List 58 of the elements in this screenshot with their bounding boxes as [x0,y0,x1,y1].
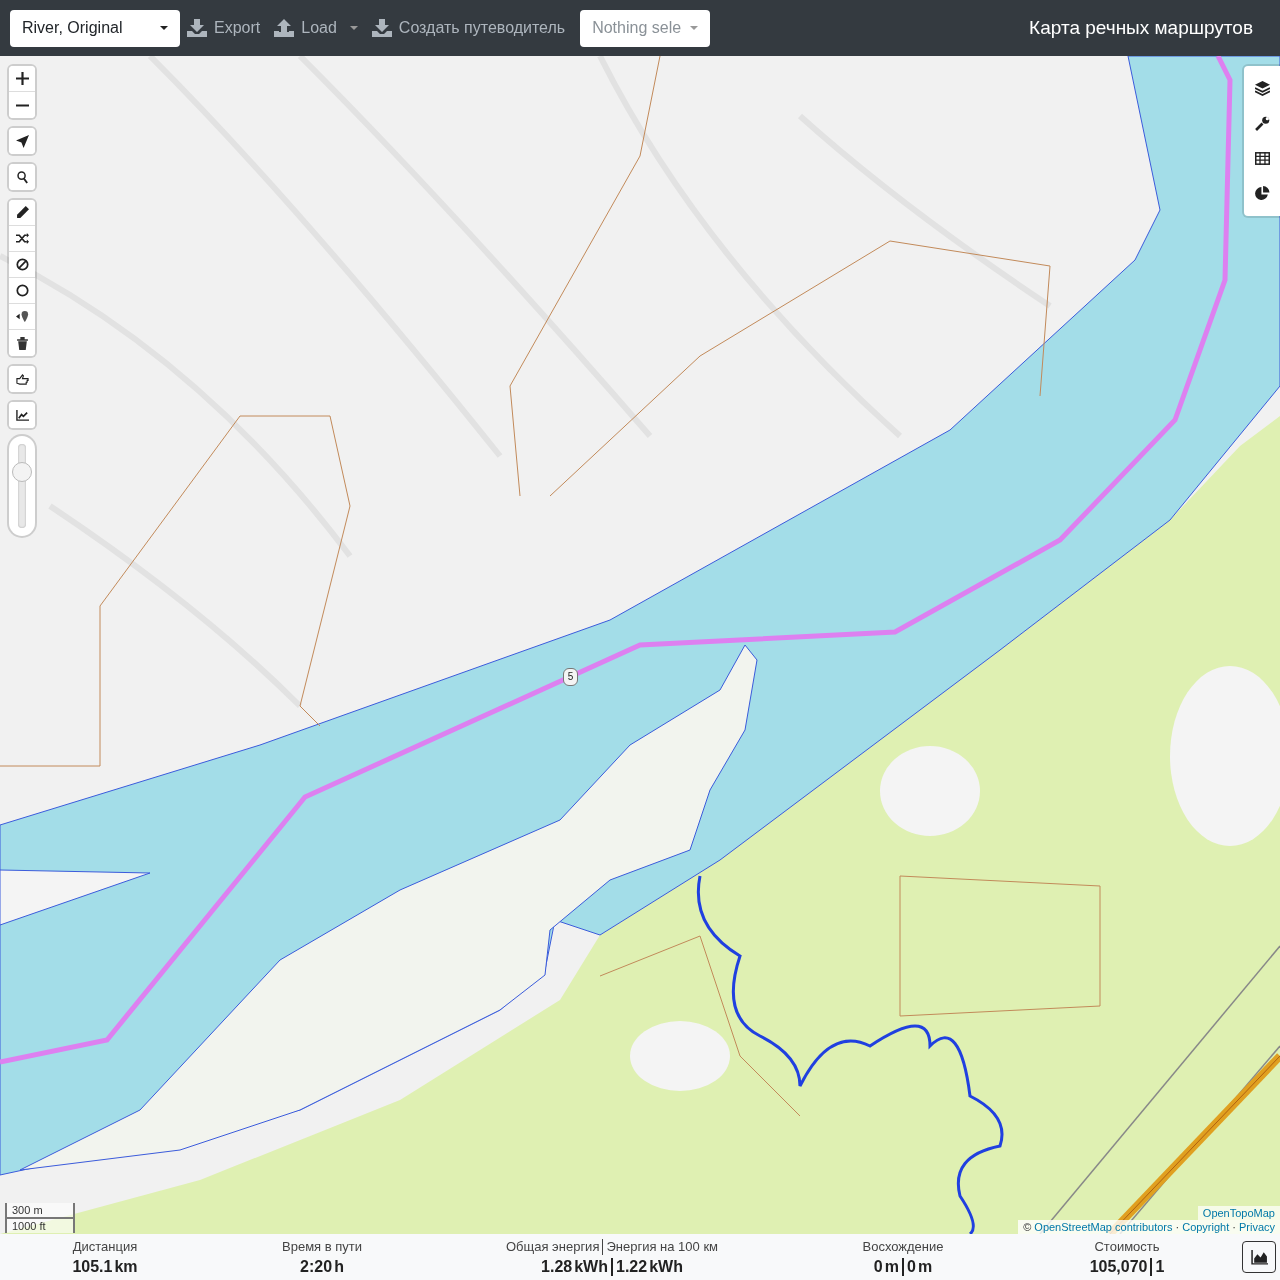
stat-value: 0m [872,1257,900,1276]
privacy-link[interactable]: Privacy [1238,1221,1275,1233]
table-icon [1254,151,1270,166]
stat-value: 2:20h [299,1257,345,1276]
caret-icon [690,26,699,30]
stat-value: 105,070 [1088,1257,1149,1276]
stat-value: 1.22kWh [611,1257,686,1276]
chart-button[interactable] [9,402,35,428]
circle-icon [15,284,29,297]
stat-label: Энергия на 100 км [602,1238,721,1255]
line-chart-icon [15,408,29,422]
stat-value: 1 [1150,1257,1168,1276]
selection-dropdown[interactable]: Nothing sele [580,9,711,47]
shuffle-icon [15,232,29,245]
copyright-link[interactable]: Copyright [1182,1221,1230,1233]
area-chart-icon [1250,1249,1268,1265]
pointing-hand-icon [15,372,29,386]
stat-label: Общая энергия [504,1238,601,1255]
pie-chart-icon [1254,186,1270,201]
separator-dot: · [1232,1221,1236,1233]
search-button[interactable] [9,164,35,190]
download-icon [187,19,207,37]
dropdown-button[interactable]: Load [267,9,365,47]
stat-label: Стоимость [1093,1238,1161,1255]
stat-label: Восхождение [861,1238,945,1255]
locate-button[interactable] [9,128,35,154]
separator-dot: · [1175,1221,1180,1233]
search-icon [15,170,29,184]
stat-value: 1.28kWh [540,1257,609,1276]
toolbar-button[interactable]: Export [180,9,268,47]
draw-button[interactable] [9,200,35,226]
zoom-in-button[interactable] [9,66,35,92]
trash-icon [15,336,29,350]
upload-icon [274,19,295,37]
slider-thumb[interactable] [12,461,32,482]
prohibited-icon [15,258,29,271]
stat-value: 0m [902,1257,936,1276]
elevation-chart-button[interactable] [1242,1241,1276,1273]
attribution-link[interactable]: OpenStreetMap contributors [1034,1221,1173,1233]
stat-value: 105.1km [71,1257,139,1276]
copyright-sign: © [1023,1221,1032,1233]
pin-icon [15,310,29,323]
hand-button[interactable] [9,366,35,392]
app-title: Карта речных маршрутов [1029,17,1254,39]
profile-select[interactable]: River, Original [10,9,180,47]
opacity-slider[interactable] [9,436,35,536]
stat-label: Дистанция [71,1238,139,1255]
stat-label: Время в пути [281,1238,363,1255]
caret-icon [160,26,168,30]
caret-icon [349,26,358,30]
layers-icon [1254,81,1270,96]
plus-icon [15,72,29,85]
scale-bar: 300 m 1000 ft [5,1203,75,1233]
wrench-icon [1254,116,1270,131]
arrow-icon [15,134,29,148]
pencil-icon [15,206,29,219]
toolbar-button[interactable]: Создать путеводитель [364,9,573,47]
download-icon [371,19,392,37]
